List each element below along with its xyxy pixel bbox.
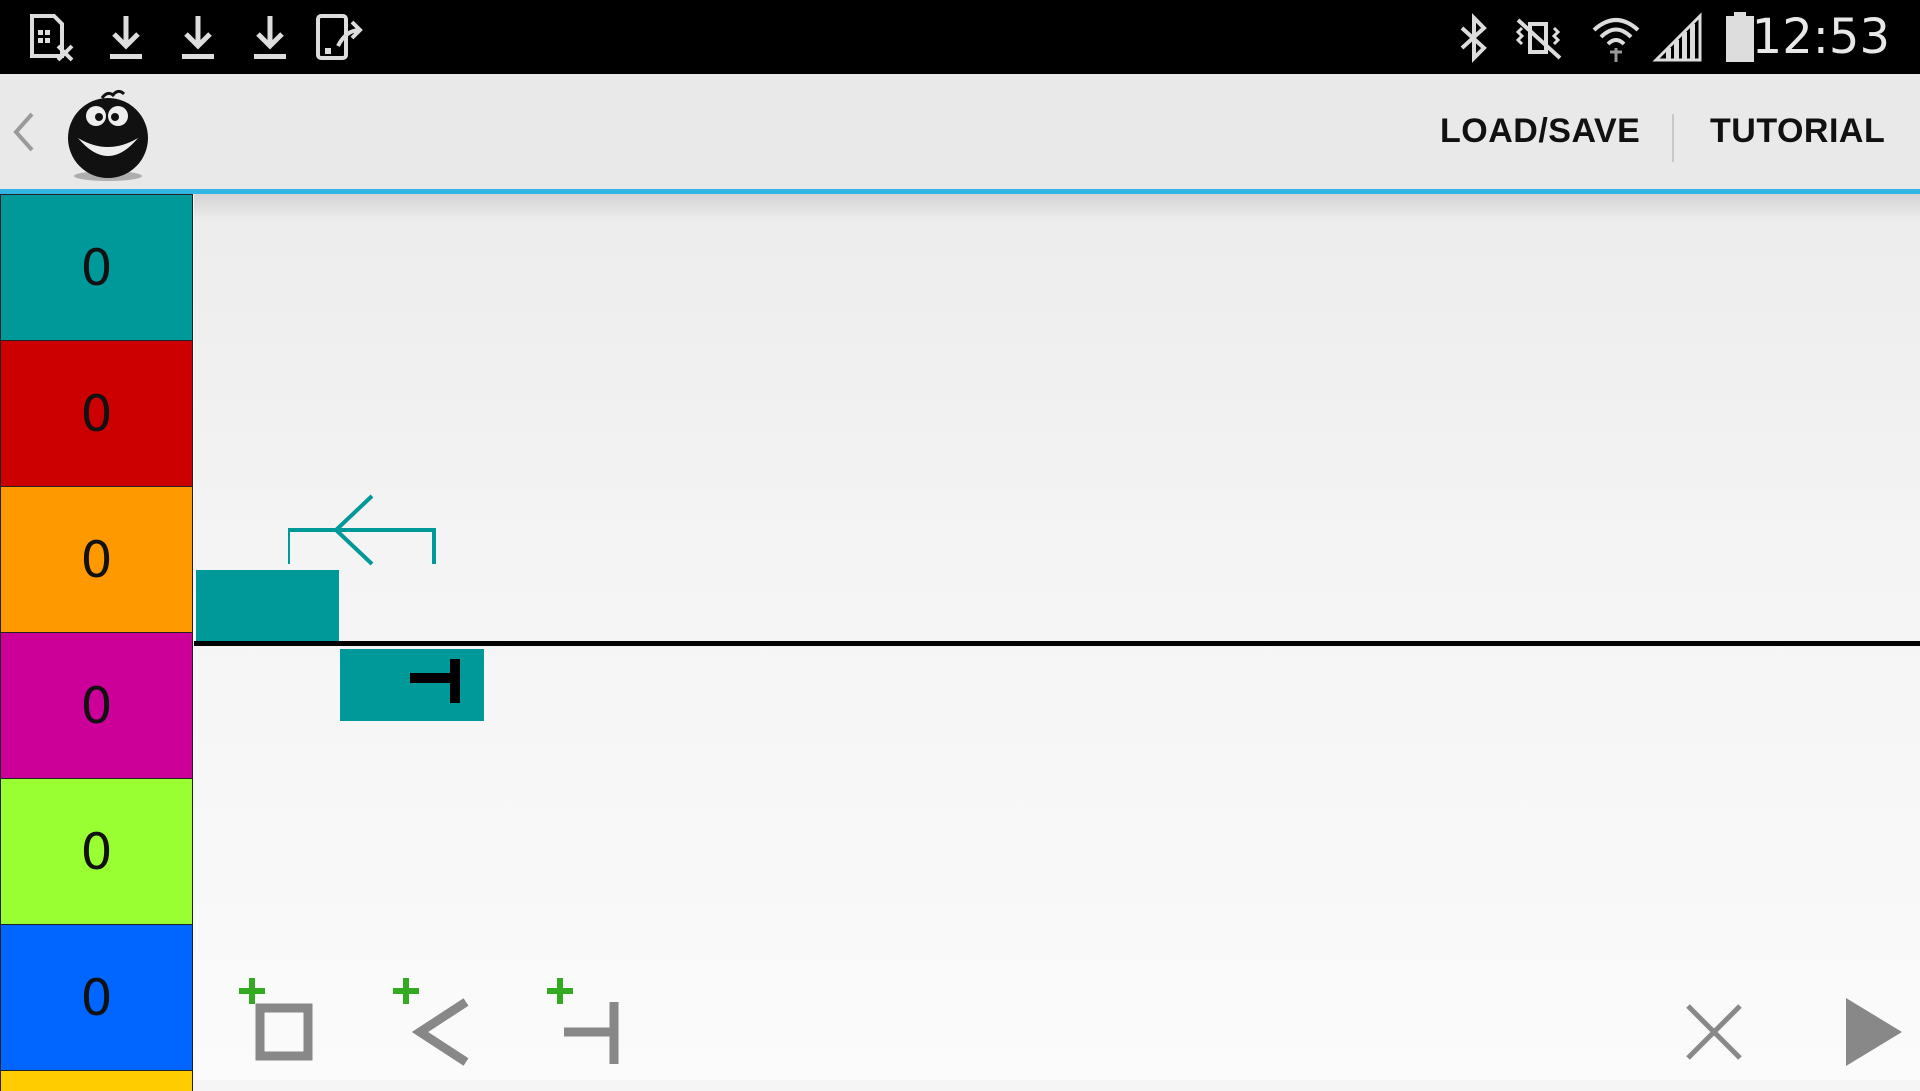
register-1[interactable]: 0 — [0, 194, 193, 340]
chevron-left-icon[interactable] — [10, 112, 36, 152]
sd-card-cancel-icon — [28, 12, 80, 64]
box-block[interactable] — [196, 570, 339, 641]
program-canvas[interactable] — [194, 194, 1920, 1080]
device-transfer-icon — [314, 12, 366, 64]
loop-arrow-block[interactable] — [288, 494, 448, 574]
download-icon — [172, 12, 224, 64]
register-6[interactable]: 0 — [0, 924, 193, 1070]
register-7-partial[interactable] — [0, 1070, 193, 1091]
smiley-logo-icon[interactable] — [58, 86, 158, 184]
register-value: 0 — [80, 676, 113, 735]
vibrate-mute-icon — [1512, 12, 1564, 64]
play-icon — [1846, 998, 1902, 1066]
add-loop-button[interactable] — [390, 974, 480, 1074]
end-branch-block[interactable] — [340, 649, 484, 721]
register-value: 0 — [80, 822, 113, 881]
register-4[interactable]: 0 — [0, 632, 193, 778]
register-5[interactable]: 0 — [0, 778, 193, 924]
register-column: 0 0 0 0 0 0 — [0, 194, 193, 1091]
canvas-shadow — [194, 194, 1920, 220]
run-button[interactable] — [1840, 994, 1910, 1070]
register-2[interactable]: 0 — [0, 340, 193, 486]
add-box-button[interactable] — [236, 974, 326, 1074]
status-clock: 12:53 — [1751, 9, 1890, 65]
signal-icon — [1652, 12, 1704, 64]
status-bar: 12:53 — [0, 0, 1920, 74]
register-3[interactable]: 0 — [0, 486, 193, 632]
register-value: 0 — [80, 968, 113, 1027]
download-icon — [244, 12, 296, 64]
register-value: 0 — [80, 384, 113, 443]
add-branch-button[interactable] — [544, 974, 634, 1074]
download-icon — [100, 12, 152, 64]
add-box-icon — [239, 978, 313, 1061]
wifi-icon — [1590, 12, 1642, 64]
action-bar: LOAD/SAVE TUTORIAL — [0, 74, 1920, 194]
register-value: 0 — [80, 238, 113, 297]
bluetooth-icon — [1448, 12, 1500, 64]
divider — [1672, 114, 1674, 162]
add-branch-icon — [547, 978, 619, 1064]
close-icon — [1686, 1004, 1742, 1060]
register-value: 0 — [80, 530, 113, 589]
timeline-line — [194, 641, 1920, 646]
clear-button[interactable] — [1682, 1000, 1746, 1064]
end-branch-icon — [410, 659, 460, 703]
add-loop-icon — [393, 978, 469, 1066]
load-save-button[interactable]: LOAD/SAVE — [1440, 74, 1640, 189]
tutorial-button[interactable]: TUTORIAL — [1710, 74, 1885, 189]
